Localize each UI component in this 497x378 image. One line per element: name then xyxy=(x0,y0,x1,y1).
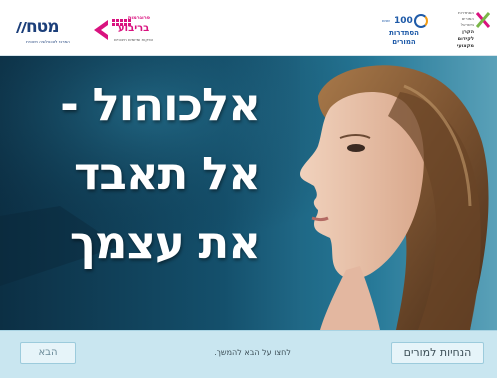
bareva-line2: בריבוע xyxy=(118,23,150,34)
hero-title-line: אל תאבד xyxy=(73,147,261,200)
histadrut-logo: 100 שנים הסתדרות המורים xyxy=(376,12,432,50)
teacher-guidelines-button[interactable]: הנחיות למורים xyxy=(391,342,484,364)
header-bar: מטח המרכז לטכנולוגיה חינוכית פרוגרמות בר… xyxy=(0,0,497,56)
bareva-line3: הפקות ומיזמים חינוכיים xyxy=(114,37,154,42)
fund-x-icon xyxy=(476,12,490,28)
fund-line: מקצועי xyxy=(456,43,474,49)
histadrut-line1: הסתדרות xyxy=(389,29,419,37)
histadrut-line2: המורים xyxy=(392,38,416,46)
fund-logo: הסתדרות המורים בישראל הקרן לקידום מקצועי xyxy=(440,10,490,54)
matach-logo: מטח המרכז לטכנולוגיה חינוכית xyxy=(14,17,82,47)
histadrut-circle-icon xyxy=(414,14,428,28)
next-button[interactable]: הבא xyxy=(20,342,76,364)
fund-line: הקרן xyxy=(462,29,474,35)
footer-bar: הבא לחצו על הבא להמשך. הנחיות למורים xyxy=(0,330,497,378)
continue-hint: לחצו על הבא להמשך. xyxy=(214,348,291,357)
fund-line: הסתדרות xyxy=(458,10,474,15)
hero-title-line: את עצמך xyxy=(69,216,261,269)
bareva-arrow-icon xyxy=(94,20,108,40)
hero-banner: אלכוהול - אל תאבד את עצמך xyxy=(0,56,497,330)
fund-line: לקידום xyxy=(457,36,474,42)
hero-title-line: אלכוהול - xyxy=(60,78,261,131)
histadrut-number: 100 xyxy=(394,16,413,26)
fund-line: בישראל xyxy=(460,22,474,27)
matach-logo-text: מטח xyxy=(26,17,60,37)
hero-title: אלכוהול - אל תאבד את עצמך xyxy=(30,70,261,277)
bareva-logo: פרוגרמות בריבוע הפקות ומיזמים חינוכיים xyxy=(92,15,158,49)
bareva-line1: פרוגרמות xyxy=(128,15,151,21)
fund-line: המורים xyxy=(461,16,474,21)
matach-logo-subtitle: המרכז לטכנולוגיה חינוכית xyxy=(26,39,70,44)
histadrut-years: שנים xyxy=(382,18,390,23)
